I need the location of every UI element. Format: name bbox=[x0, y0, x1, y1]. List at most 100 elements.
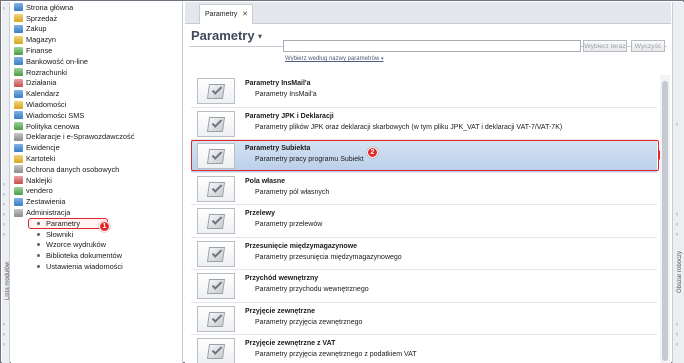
finance-icon bbox=[14, 46, 23, 55]
module-item[interactable]: Wiadomości bbox=[11, 99, 182, 110]
home-icon bbox=[14, 3, 23, 12]
module-item[interactable]: Kartoteki bbox=[11, 153, 182, 164]
messages-icon bbox=[14, 100, 23, 109]
bullet-icon bbox=[37, 243, 40, 247]
module-item[interactable]: Strona główna bbox=[11, 2, 182, 13]
main-panel: Parametry ▾ Wybierz teraz Wyczyść Wybier… bbox=[185, 25, 671, 363]
submenu-item[interactable]: Ustawienia wiadomości bbox=[11, 261, 182, 272]
search-mode-link[interactable]: Wybierz według nazwy parametrów ▾ bbox=[285, 56, 384, 62]
module-item-label: Administracja bbox=[26, 208, 71, 218]
module-item[interactable]: Administracja bbox=[11, 207, 182, 218]
tab-parametry[interactable]: Parametry ✕ bbox=[199, 4, 253, 24]
chevron-right-icon: › bbox=[3, 232, 5, 238]
search-input[interactable] bbox=[283, 40, 581, 52]
parameter-row[interactable]: Parametry JPK i Deklaracji Parametry plik… bbox=[191, 108, 657, 140]
parameter-description: Parametry przyjęcia zewnętrznego z podat… bbox=[255, 351, 417, 358]
chevron-right-icon: › bbox=[3, 212, 5, 218]
module-item[interactable]: Zestawienia bbox=[11, 196, 182, 207]
selection-highlight bbox=[191, 140, 659, 171]
parameter-row[interactable]: Pola własne Parametry pól własnych bbox=[191, 173, 657, 205]
submenu-item-label: Ustawienia wiadomości bbox=[46, 262, 123, 272]
parameter-title: Przelewy bbox=[245, 210, 275, 217]
module-item[interactable]: Ewidencje bbox=[11, 142, 182, 153]
workspace-rail[interactable]: ‹ ‹ ‹ ‹ ‹ ‹ ‹ Obszar roboczy bbox=[672, 2, 684, 363]
chevron-right-icon: › bbox=[3, 202, 5, 208]
bank-icon bbox=[14, 57, 23, 66]
declarations-icon bbox=[14, 132, 23, 141]
module-item-label: Kartoteki bbox=[26, 154, 56, 164]
module-item[interactable]: Sprzedaż bbox=[11, 13, 182, 24]
selection-highlight bbox=[28, 217, 108, 229]
module-item-label: Ewidencje bbox=[26, 143, 60, 153]
module-item[interactable]: Ochrona danych osobowych bbox=[11, 164, 182, 175]
close-icon[interactable]: ✕ bbox=[242, 10, 248, 18]
bullet-icon bbox=[37, 232, 40, 236]
parameter-row[interactable]: Przelewy Parametry przelewów bbox=[191, 205, 657, 238]
chevron-left-icon: ‹ bbox=[676, 212, 678, 218]
module-item[interactable]: Bankowość on-line bbox=[11, 56, 182, 67]
module-item-label: Finanse bbox=[26, 46, 53, 56]
module-item[interactable]: Finanse bbox=[11, 45, 182, 56]
app-window: › › › › › › › › › › Lista modułów Strona… bbox=[0, 0, 684, 363]
module-item[interactable]: Zakup bbox=[11, 24, 182, 35]
sms-icon bbox=[14, 111, 23, 120]
settings-document-icon bbox=[197, 208, 235, 234]
parameter-row[interactable]: Parametry InsMail'a Parametry InsMail'a bbox=[191, 75, 657, 108]
module-item[interactable]: Magazyn bbox=[11, 34, 182, 45]
parameter-row[interactable]: Przyjęcie zewnętrzne Parametry przyjęcia … bbox=[191, 303, 657, 335]
submenu-item[interactable]: Słowniki bbox=[11, 229, 182, 240]
chevron-right-icon: › bbox=[3, 342, 5, 348]
page-title[interactable]: Parametry ▾ bbox=[191, 28, 262, 43]
module-item[interactable]: Deklaracje i e-Sprawozdawczość bbox=[11, 132, 182, 143]
module-item-label: Naklejki bbox=[26, 175, 52, 185]
chevron-left-icon: ‹ bbox=[676, 332, 678, 338]
submenu-item[interactable]: Biblioteka dokumentów bbox=[11, 250, 182, 261]
module-list-rail[interactable]: › › › › › › › › › › Lista modułów bbox=[2, 2, 11, 363]
tab-label: Parametry bbox=[205, 11, 238, 18]
parameter-description: Parametry przyjęcia zewnętrznego bbox=[255, 318, 363, 326]
scrollbar[interactable] bbox=[660, 75, 670, 363]
parameter-description: Parametry przelewów bbox=[255, 221, 323, 228]
module-item[interactable]: Rozrachunki bbox=[11, 67, 182, 78]
submenu-item-label: Biblioteka dokumentów bbox=[46, 251, 123, 261]
module-item[interactable]: Wiadomości SMS bbox=[11, 110, 182, 121]
parameter-row[interactable]: Parametry Subiekta Parametry pracy progra… bbox=[191, 140, 664, 173]
submenu-item[interactable]: Parametry bbox=[11, 217, 182, 229]
parameter-row[interactable]: Przychód wewnętrzny Parametry przychodu w… bbox=[191, 270, 657, 303]
module-item[interactable]: Polityka cenowa bbox=[11, 121, 182, 132]
stickers-icon bbox=[14, 176, 23, 185]
callout-badge-1: 1 bbox=[99, 221, 110, 232]
parameter-row[interactable]: Przyjęcie zewnętrzne z VAT Parametry przy… bbox=[191, 335, 657, 363]
module-item-label: Ochrona danych osobowych bbox=[26, 164, 120, 174]
submenu-item[interactable]: Wzorce wydruków bbox=[11, 240, 182, 251]
settings-document-icon bbox=[197, 175, 235, 202]
module-item[interactable]: Kalendarz bbox=[11, 88, 182, 99]
calendar-icon bbox=[14, 89, 23, 98]
data-protection-icon bbox=[14, 165, 23, 174]
workspace-label: Obszar roboczy bbox=[677, 250, 683, 293]
chevron-left-icon[interactable]: ‹ bbox=[676, 122, 678, 128]
parameter-row[interactable]: Przesunięcie międzymagazynowe Parametry p… bbox=[191, 238, 657, 270]
chevron-left-icon: ‹ bbox=[676, 322, 678, 328]
records-icon bbox=[14, 143, 23, 152]
module-item-label: Strona główna bbox=[26, 2, 74, 12]
bullet-icon bbox=[37, 265, 40, 269]
module-item-label: Sprzedaż bbox=[26, 13, 58, 23]
chevron-right-icon[interactable]: › bbox=[3, 6, 5, 12]
module-item[interactable]: vendero bbox=[11, 186, 182, 197]
parameter-description: Parametry pól własnych bbox=[255, 188, 330, 196]
scrollbar-thumb[interactable] bbox=[662, 81, 668, 361]
parameter-list: Parametry InsMail'a Parametry InsMail'a Pa… bbox=[191, 75, 664, 363]
module-item[interactable]: Naklejki bbox=[11, 175, 182, 186]
parameter-description: Parametry plików JPK oraz deklaracji ska… bbox=[255, 123, 563, 131]
pricing-icon bbox=[14, 122, 23, 131]
module-item-label: Zestawienia bbox=[26, 197, 66, 207]
parameter-title: Pola własne bbox=[245, 177, 286, 185]
search-button[interactable]: Wybierz teraz bbox=[583, 40, 627, 52]
module-item[interactable]: Działania bbox=[11, 78, 182, 89]
module-item-label: Magazyn bbox=[26, 35, 56, 45]
clear-button[interactable]: Wyczyść bbox=[631, 40, 665, 52]
module-item-label: Wiadomości bbox=[26, 100, 67, 110]
search-mode-label: Wybierz według nazwy parametrów bbox=[285, 56, 380, 62]
module-item-label: Rozrachunki bbox=[26, 67, 68, 77]
